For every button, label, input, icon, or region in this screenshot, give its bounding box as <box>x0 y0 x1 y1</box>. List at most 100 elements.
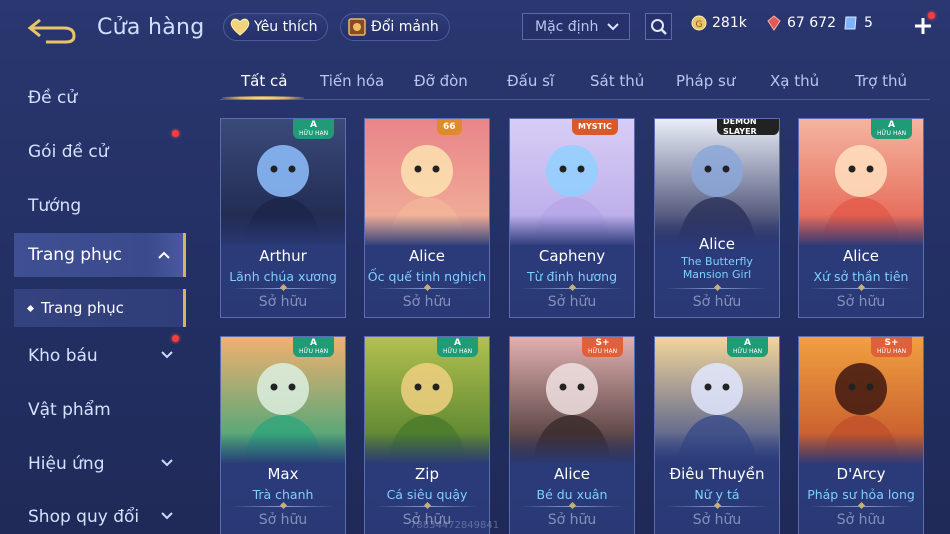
notification-dot <box>172 130 179 137</box>
skin-card[interactable]: A HỮU HẠN Max Trà chanh Sở hữu <box>220 336 346 534</box>
skin-name: Xứ sở thần tiên <box>813 269 909 284</box>
hero-name: Zip <box>415 465 439 483</box>
tab-tank[interactable]: Đỡ đòn <box>414 72 468 90</box>
watermark: 7883447284​9841 <box>410 520 500 531</box>
skin-name: Ốc quế tinh nghịch <box>367 269 487 284</box>
card-divider <box>375 506 479 507</box>
skin-info: Arthur Lãnh chúa xương Sở hữu <box>221 215 345 317</box>
skin-tier-badge: MYSTIC <box>572 119 618 135</box>
skin-card[interactable]: 66 Alice Ốc quế tinh nghịch Sở hữu <box>364 118 490 318</box>
ownership-status: Sở hữu <box>692 512 742 528</box>
active-tab-indicator <box>222 96 304 100</box>
tab-assassin[interactable]: Sát thủ <box>590 72 644 90</box>
sidebar-subitem-skins[interactable]: Trang phục <box>14 289 186 327</box>
hero-name: Alice <box>842 247 880 265</box>
sidebar-item-label: Đề cử <box>28 88 78 108</box>
skin-info: Điêu Thuyền Nữ y tá Sở hữu <box>655 433 779 534</box>
hero-name: Alice <box>698 235 736 253</box>
card-divider <box>520 506 624 507</box>
skin-info: Alice The Butterfly Mansion Girl Sở hữu <box>655 215 779 317</box>
skin-card[interactable]: A HỮU HẠN Arthur Lãnh chúa xương Sở hữu <box>220 118 346 318</box>
coupon-counter: 67 672 <box>765 14 836 32</box>
chevron-down-icon <box>607 23 619 31</box>
skin-name: Bé du xuân <box>536 487 608 502</box>
hero-name: Arthur <box>259 247 307 265</box>
skin-card[interactable]: S+ HỮU HẠN Alice Bé du xuân Sở hữu <box>509 336 635 534</box>
skin-name: Nữ y tá <box>694 487 740 502</box>
tab-support[interactable]: Trợ thủ <box>855 72 907 90</box>
gold-coin-icon: G <box>690 14 708 32</box>
skin-info: Alice Bé du xuân Sở hữu <box>510 433 634 534</box>
sidebar-item-items[interactable]: Vật phẩm <box>0 390 186 430</box>
sidebar-item-label: Trang phục <box>28 245 122 265</box>
card-divider <box>809 506 913 507</box>
hero-name: Max <box>267 465 299 483</box>
voucher-value: 5 <box>864 15 873 31</box>
sidebar-item-skins[interactable]: Trang phục <box>14 233 186 277</box>
gold-value: 281k <box>712 15 747 31</box>
sidebar-item-label: Shop quy đổi <box>28 507 140 527</box>
hero-name: D'Arcy <box>836 465 886 483</box>
sidebar-subitem-label: Trang phục <box>41 299 124 317</box>
back-arrow-icon <box>27 18 76 44</box>
svg-text:G: G <box>696 20 703 30</box>
chevron-down-icon <box>161 512 173 520</box>
sidebar-item-recommended[interactable]: Đề cử <box>0 78 186 118</box>
skin-info: D'Arcy Pháp sư hỏa long Sở hữu <box>799 433 923 534</box>
card-divider <box>520 288 624 289</box>
category-tabs: Tất cả Tiến hóa Đỡ đòn Đấu sĩ Sát thủ Ph… <box>220 64 930 100</box>
skin-name: The Butterfly Mansion Girl <box>681 255 753 281</box>
favorites-label: Yêu thích <box>254 19 318 35</box>
favorites-button[interactable]: Yêu thích <box>223 13 329 41</box>
sidebar-item-effects[interactable]: Hiệu ứng <box>0 444 186 484</box>
skin-tier-badge: A HỮU HẠN <box>293 337 335 357</box>
skin-card[interactable]: MYSTIC Capheny Từ đinh hương Sở hữu <box>509 118 635 318</box>
sort-dropdown[interactable]: Mặc định <box>522 13 630 40</box>
sidebar-item-heroes[interactable]: Tướng <box>0 186 186 226</box>
sidebar-item-treasure[interactable]: Kho báu <box>0 336 186 376</box>
skin-info: Max Trà chanh Sở hữu <box>221 433 345 534</box>
skin-tier-badge: 66 <box>437 119 462 135</box>
search-button[interactable] <box>645 13 672 40</box>
card-divider <box>809 288 913 289</box>
sidebar-item-bundles[interactable]: Gói đề cử <box>0 132 186 172</box>
coupon-value: 67 672 <box>787 15 836 31</box>
tab-marksman[interactable]: Xạ thủ <box>770 72 819 90</box>
hero-name: Capheny <box>538 247 606 265</box>
skin-card[interactable]: A HỮU HẠN Alice Xứ sở thần tiên Sở hữu <box>798 118 924 318</box>
sidebar: Đề cử Gói đề cử Tướng Trang phục Trang p… <box>0 62 186 534</box>
sidebar-item-label: Kho báu <box>28 346 98 366</box>
sidebar-item-label: Tướng <box>28 196 82 216</box>
tab-all[interactable]: Tất cả <box>241 72 287 90</box>
skin-card[interactable]: A HỮU HẠN Zip Cá siêu quậy Sở hữu <box>364 336 490 534</box>
card-divider <box>665 506 769 507</box>
hero-name: Alice <box>553 465 591 483</box>
back-button[interactable] <box>26 14 78 46</box>
tab-mage[interactable]: Pháp sư <box>676 72 735 90</box>
chevron-down-icon <box>161 351 173 359</box>
tab-fighter[interactable]: Đấu sĩ <box>507 72 554 90</box>
skin-tier-badge: A HỮU HẠN <box>437 337 479 357</box>
ownership-status: Sở hữu <box>836 294 886 310</box>
skin-card[interactable]: S+ HỮU HẠN D'Arcy Pháp sư hỏa long Sở hữu <box>798 336 924 534</box>
ownership-status: Sở hữu <box>258 294 308 310</box>
gold-counter: G 281k <box>690 14 747 32</box>
card-divider <box>231 288 335 289</box>
coupon-gem-icon <box>765 14 783 32</box>
skin-card[interactable]: A HỮU HẠN Điêu Thuyền Nữ y tá Sở hữu <box>654 336 780 534</box>
skin-name: Pháp sư hỏa long <box>807 487 915 502</box>
sidebar-item-exchange-shop[interactable]: Shop quy đổi <box>0 497 186 534</box>
skin-info: Alice Ốc quế tinh nghịch Sở hữu <box>365 215 489 317</box>
voucher-ticket-icon <box>842 14 860 32</box>
chevron-down-icon <box>161 459 173 467</box>
skin-info: Zip Cá siêu quậy Sở hữu <box>365 433 489 534</box>
sidebar-item-label: Hiệu ứng <box>28 454 105 474</box>
tab-evolution[interactable]: Tiến hóa <box>320 72 384 90</box>
skin-tier-badge: S+ HỮU HẠN <box>582 337 624 357</box>
skin-card[interactable]: DEMON SLAYER Alice The Butterfly Mansion G… <box>654 118 780 318</box>
exchange-fragments-button[interactable]: Đổi mảnh <box>340 13 450 41</box>
skin-tier-badge: A HỮU HẠN <box>727 337 769 357</box>
skin-tier-badge: DEMON SLAYER <box>717 119 779 136</box>
skin-info: Alice Xứ sở thần tiên Sở hữu <box>799 215 923 317</box>
card-divider <box>665 288 769 289</box>
